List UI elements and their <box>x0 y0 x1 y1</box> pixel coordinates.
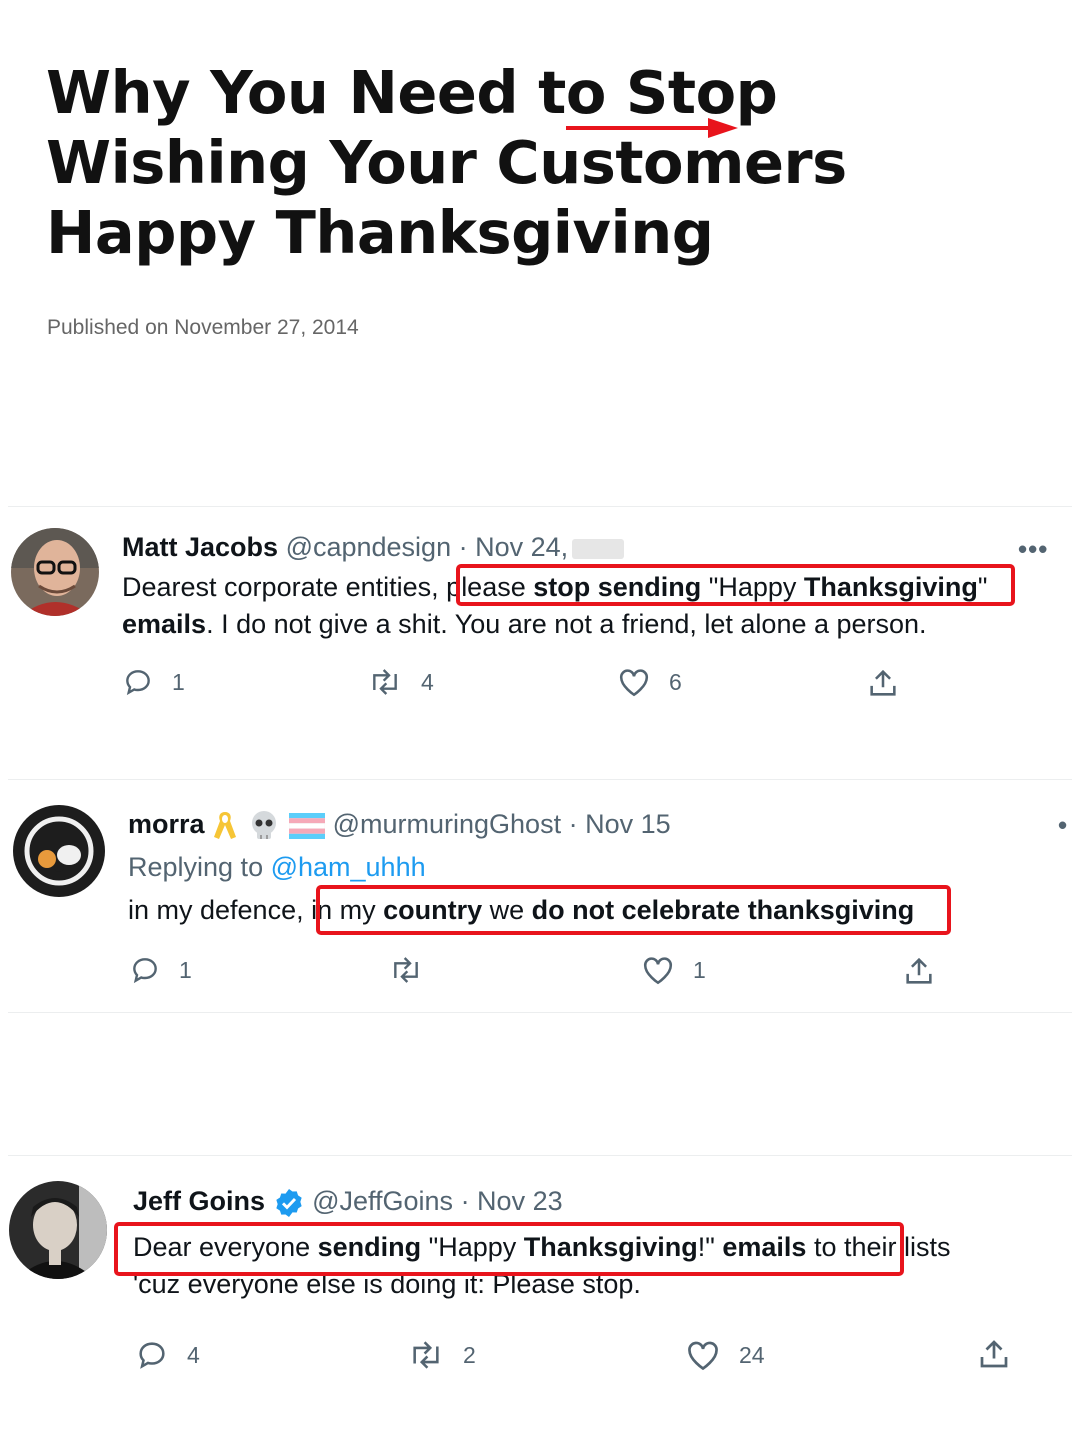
divider <box>8 506 1072 507</box>
like-icon <box>619 669 649 697</box>
share-button[interactable] <box>866 666 900 700</box>
share-icon <box>906 957 932 984</box>
retweet-button[interactable] <box>388 954 442 986</box>
reply-button[interactable]: 1 <box>129 954 192 986</box>
retweet-icon <box>413 1341 439 1369</box>
reply-count: 1 <box>179 956 192 983</box>
like-count: 6 <box>669 668 682 695</box>
divider <box>8 1012 1072 1013</box>
divider <box>8 1155 1072 1156</box>
skull-icon <box>251 811 276 839</box>
retweet-count: 2 <box>463 1341 476 1368</box>
trans-flag-icon <box>289 813 326 839</box>
author-name[interactable]: Matt Jacobs <box>122 532 278 562</box>
author-handle[interactable]: @capndesign <box>286 532 452 562</box>
avatar[interactable] <box>9 1181 107 1279</box>
reply-icon <box>133 958 157 984</box>
published-date: Published on November 27, 2014 <box>47 316 359 339</box>
author-handle[interactable]: @murmuringGhost <box>333 809 561 839</box>
share-button[interactable] <box>902 954 936 988</box>
author-name[interactable]: Jeff Goins <box>133 1186 265 1216</box>
retweet-icon <box>373 669 397 695</box>
tweet-date[interactable]: · Nov 23 <box>461 1186 563 1216</box>
reply-icon <box>139 1342 165 1369</box>
highlight-box <box>316 885 951 935</box>
reply-icon <box>126 670 150 696</box>
like-icon <box>688 1341 718 1371</box>
retweet-button[interactable]: 2 <box>407 1338 476 1372</box>
author-handle[interactable]: @JeffGoins <box>312 1186 453 1216</box>
author-name[interactable]: morra <box>128 809 205 839</box>
retweet-icon <box>394 957 418 983</box>
replying-to: Replying to @ham_uhhh <box>128 852 426 882</box>
verified-icon <box>275 1188 302 1217</box>
replying-to-link[interactable]: @ham_uhhh <box>271 852 426 882</box>
like-button[interactable]: 1 <box>641 954 706 986</box>
highlight-box <box>114 1222 904 1276</box>
awareness-ribbon-icon <box>214 812 237 839</box>
red-arrow-icon <box>566 118 738 138</box>
more-icon[interactable]: • <box>1058 810 1068 841</box>
tweet-header: morra @murmuringGhost · Nov 15 <box>128 809 671 843</box>
tweet-header: Matt Jacobs @capndesign · Nov 24, <box>122 532 625 563</box>
highlight-box <box>456 564 1015 606</box>
like-icon <box>643 957 673 985</box>
redacted-year <box>572 538 625 559</box>
retweet-button[interactable]: 4 <box>367 666 434 698</box>
like-count: 24 <box>739 1341 765 1368</box>
share-icon <box>980 1340 1008 1368</box>
avatar[interactable] <box>11 528 99 616</box>
share-icon <box>870 669 896 696</box>
avatar[interactable] <box>13 805 105 897</box>
tweet-date[interactable]: · Nov 24, <box>459 532 569 562</box>
retweet-count: 4 <box>421 668 434 695</box>
reply-count: 1 <box>172 668 185 695</box>
like-button[interactable]: 24 <box>685 1338 765 1372</box>
tweet-header: Jeff Goins @JeffGoins · Nov 23 <box>133 1186 563 1219</box>
like-button[interactable]: 6 <box>617 666 682 698</box>
like-count: 1 <box>693 956 706 983</box>
reply-button[interactable]: 1 <box>122 666 185 698</box>
article-title: Why You Need to Stop Wishing Your Custom… <box>46 58 847 267</box>
more-icon[interactable]: ••• <box>1018 534 1048 565</box>
tweet-date[interactable]: · Nov 15 <box>569 809 671 839</box>
reply-button[interactable]: 4 <box>135 1338 200 1372</box>
share-button[interactable] <box>976 1336 1012 1372</box>
divider <box>8 779 1072 780</box>
reply-count: 4 <box>187 1341 200 1368</box>
